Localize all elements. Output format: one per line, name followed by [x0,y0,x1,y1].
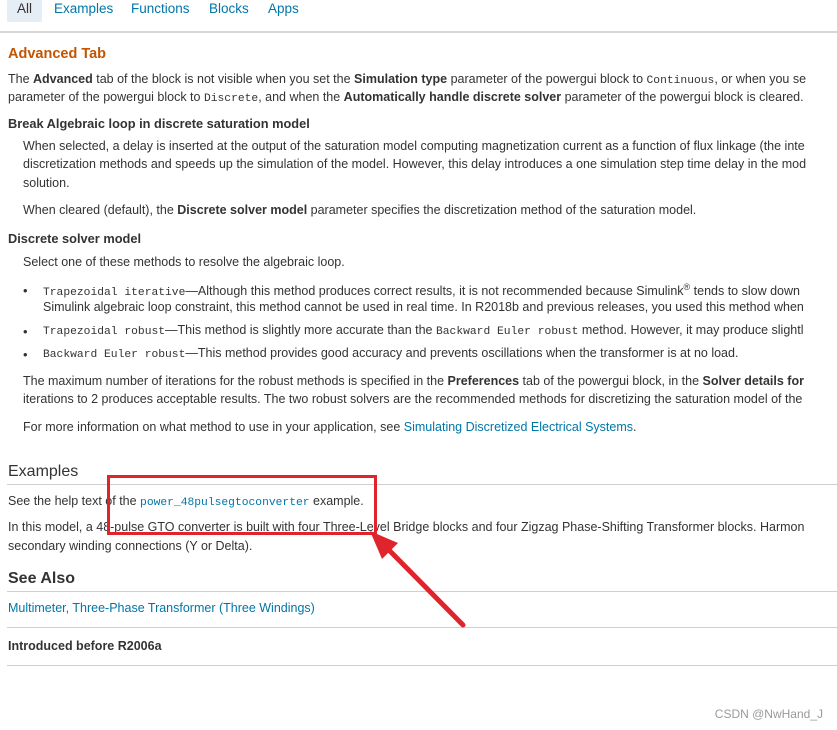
filter-tab-bar: All Examples Functions Blocks Apps [0,0,837,33]
bullet-2: Trapezoidal robust—This method is slight… [43,323,804,338]
three-phase-transformer-link[interactable]: Three-Phase Transformer (Three Windings) [72,601,314,615]
advanced-paragraph-line-2: parameter of the powergui block to Discr… [8,90,804,105]
break-loop-cleared-text: When cleared (default), the Discrete sol… [23,203,697,217]
tab-apps[interactable]: Apps [268,0,299,22]
examples-heading: Examples [8,463,79,480]
introduced-text: Introduced before R2006a [8,639,162,653]
tab-examples[interactable]: Examples [54,0,113,22]
footer-divider [7,665,837,666]
tab-functions[interactable]: Functions [131,0,190,22]
solver-intro: Select one of these methods to resolve t… [23,255,345,269]
solver-heading: Discrete solver model [8,231,142,246]
annotation-highlight-box [107,475,377,535]
csdn-watermark: CSDN @NwHand_J [714,707,823,721]
break-loop-text-2: discretization methods and speeds up the… [23,157,807,171]
tab-blocks[interactable]: Blocks [209,0,249,22]
max-iterations-line-2: iterations to 2 produces acceptable resu… [23,392,803,406]
advanced-tab-heading: Advanced Tab [8,46,107,62]
see-also-heading: See Also [8,570,75,587]
bullet-1-line-2: Simulink algebraic loop constraint, this… [43,300,804,314]
break-loop-text-1: When selected, a delay is inserted at th… [23,139,805,153]
break-loop-text-3: solution. [23,176,70,190]
bullet-dot-2: • [23,324,28,339]
tab-all[interactable]: All [7,0,43,22]
examples-line-3: secondary winding connections (Y or Delt… [8,539,253,553]
more-info-text: For more information on what method to u… [23,420,637,434]
break-loop-heading: Break Algebraic loop in discrete saturat… [8,116,310,131]
simulating-discretized-link[interactable]: Simulating Discretized Electrical System… [404,420,633,434]
bullet-dot-3: • [23,347,28,362]
multimeter-link[interactable]: Multimeter [8,601,66,615]
see-also-links: Multimeter, Three-Phase Transformer (Thr… [8,601,315,615]
bullet-dot-1: • [23,283,28,298]
bullet-3: Backward Euler robust—This method provid… [43,346,739,361]
bullet-1-line-1: Trapezoidal iterative—Although this meth… [43,282,800,300]
annotation-arrow-icon [370,531,466,628]
advanced-paragraph-line-1: The Advanced tab of the block is not vis… [8,72,807,87]
max-iterations-line-1: The maximum number of iterations for the… [23,374,804,388]
